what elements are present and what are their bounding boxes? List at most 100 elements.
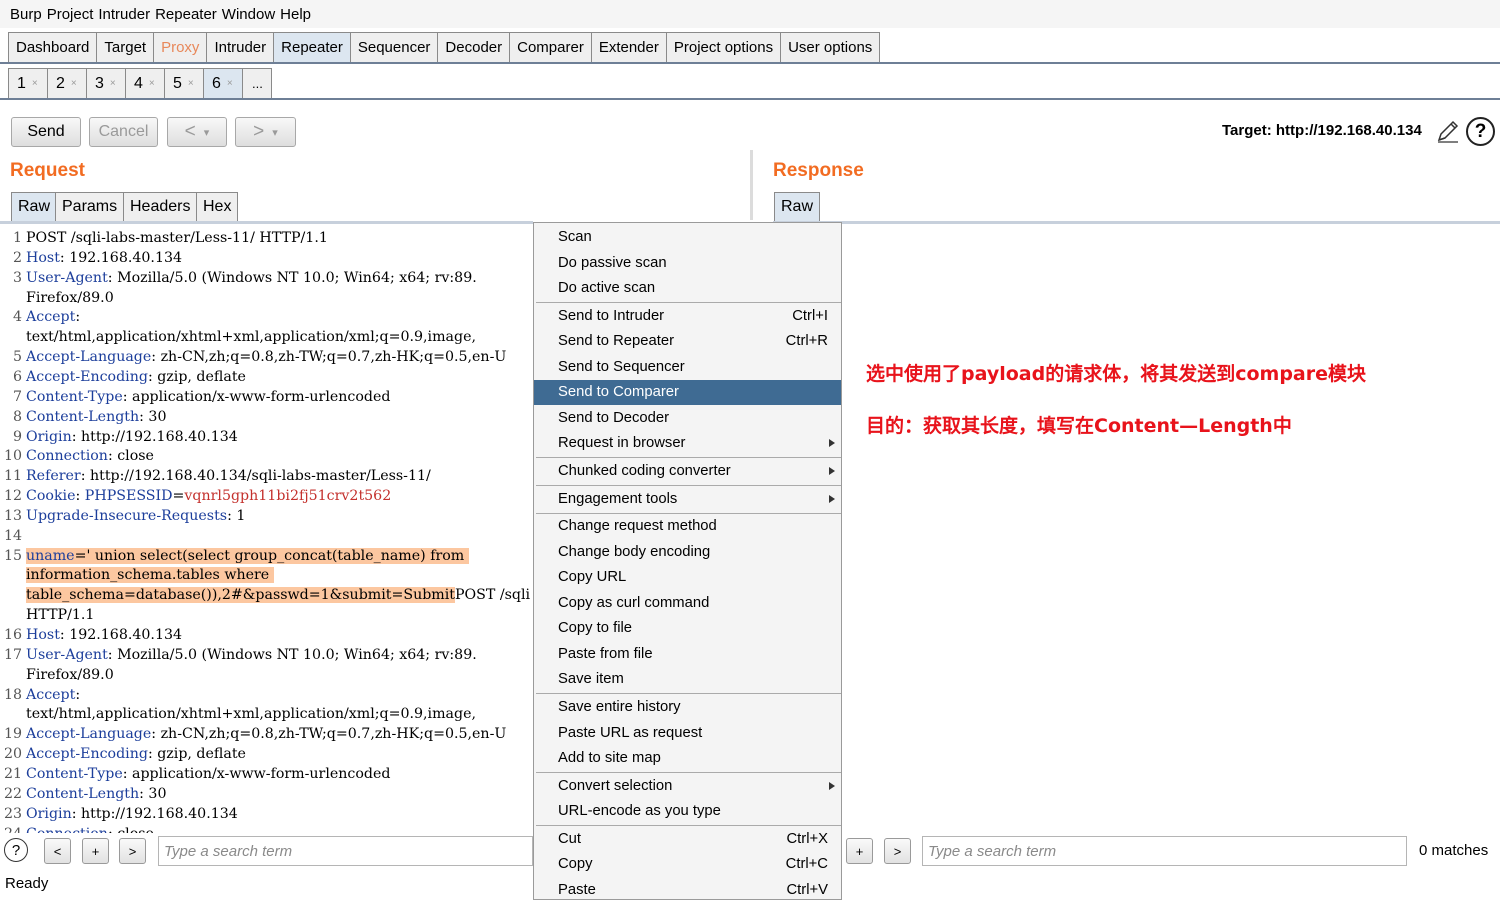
tab-extender[interactable]: Extender xyxy=(590,32,667,62)
editor-line: 7 Content-Type: application/x-www-form-ur… xyxy=(0,387,533,407)
history-back-button[interactable]: < ▾ xyxy=(167,117,227,147)
menu-item-save-item[interactable]: Save item xyxy=(534,667,841,692)
response-search-add-button[interactable]: + xyxy=(846,838,873,864)
menu-item-label: Paste xyxy=(558,881,596,898)
menu-item-do-active-scan[interactable]: Do active scan xyxy=(534,276,841,301)
edit-pencil-icon[interactable] xyxy=(1435,118,1461,144)
menu-item-send-to-comparer[interactable]: Send to Comparer xyxy=(534,380,841,406)
tab-decoder[interactable]: Decoder xyxy=(437,32,511,62)
search-add-button[interactable]: + xyxy=(82,838,109,864)
tab-repeater[interactable]: Repeater xyxy=(273,32,351,62)
match-count: 0 matches xyxy=(1419,842,1489,859)
request-tab-hex[interactable]: Hex xyxy=(196,192,239,221)
request-search-input[interactable]: Type a search term xyxy=(158,836,533,866)
menu-item-send-to-sequencer[interactable]: Send to Sequencer xyxy=(534,355,841,380)
close-icon[interactable]: × xyxy=(110,78,116,89)
menu-item-convert-selection[interactable]: Convert selection xyxy=(534,774,841,799)
text-segment: : 30 xyxy=(139,785,167,802)
text-segment: : xyxy=(75,488,85,505)
tab-proxy[interactable]: Proxy xyxy=(153,32,208,62)
editor-line: text/html,application/xhtml+xml,applicat… xyxy=(0,327,533,347)
repeater-tab-3[interactable]: 3 × xyxy=(86,68,126,98)
menu-item-send-to-decoder[interactable]: Send to Decoder xyxy=(534,406,841,431)
menu-item-save-entire-history[interactable]: Save entire history xyxy=(534,695,841,720)
menu-item-label: Change request method xyxy=(558,518,717,535)
line-text: Cookie: PHPSESSID=vqnrl5gph11bi2fj51crv2… xyxy=(26,486,391,506)
repeater-tab-5[interactable]: 5 × xyxy=(164,68,204,98)
menu-burp[interactable]: Burp xyxy=(10,6,42,23)
menu-item-paste[interactable]: Paste Ctrl+V xyxy=(534,878,841,900)
menu-item-send-to-intruder[interactable]: Send to Intruder Ctrl+I xyxy=(534,304,841,329)
repeater-tab-1[interactable]: 1 × xyxy=(8,68,48,98)
request-tab-headers[interactable]: Headers xyxy=(123,192,198,221)
cancel-button[interactable]: Cancel xyxy=(89,117,158,147)
search-prev-button[interactable]: < xyxy=(44,838,71,864)
response-search-input[interactable]: Type a search term xyxy=(922,836,1407,866)
history-forward-button[interactable]: > ▾ xyxy=(235,117,296,147)
menu-item-paste-url-as-request[interactable]: Paste URL as request xyxy=(534,721,841,746)
repeater-tab-2[interactable]: 2 × xyxy=(47,68,87,98)
menu-window[interactable]: Window xyxy=(222,6,275,23)
tab-project-options[interactable]: Project options xyxy=(665,32,782,62)
menu-item-do-passive-scan[interactable]: Do passive scan xyxy=(534,251,841,276)
menu-item-scan[interactable]: Scan xyxy=(534,225,841,250)
menu-project[interactable]: Project xyxy=(47,6,94,23)
line-number: 8 xyxy=(12,408,22,425)
pane-divider[interactable] xyxy=(750,150,753,220)
response-search-next-button[interactable]: > xyxy=(884,838,911,864)
menu-item-url-encode-as-you-type[interactable]: URL-encode as you type xyxy=(534,799,841,824)
repeater-tab-new[interactable]: ... xyxy=(242,68,272,98)
menu-item-copy-as-curl-command[interactable]: Copy as curl command xyxy=(534,591,841,616)
menu-repeater[interactable]: Repeater xyxy=(155,6,217,23)
request-editor[interactable]: 1 POST /sqli-labs-master/Less-11/ HTTP/1.… xyxy=(0,226,533,833)
menu-help[interactable]: Help xyxy=(280,6,311,23)
close-icon[interactable]: × xyxy=(188,78,194,89)
close-icon[interactable]: × xyxy=(227,78,233,89)
close-icon[interactable]: × xyxy=(71,78,77,89)
editor-line: 3 User-Agent: Mozilla/5.0 (Windows NT 10.… xyxy=(0,268,533,288)
menu-item-request-in-browser[interactable]: Request in browser xyxy=(534,431,841,456)
search-next-button[interactable]: > xyxy=(119,838,146,864)
menu-item-copy-url[interactable]: Copy URL xyxy=(534,565,841,590)
request-tab-raw[interactable]: Raw xyxy=(11,192,58,221)
menu-item-paste-from-file[interactable]: Paste from file xyxy=(534,642,841,667)
menu-intruder[interactable]: Intruder xyxy=(98,6,150,23)
tab-intruder[interactable]: Intruder xyxy=(206,32,275,62)
editor-line: 18 Accept: xyxy=(0,685,533,705)
repeater-tab-6[interactable]: 6 × xyxy=(203,68,243,98)
menu-item-engagement-tools[interactable]: Engagement tools xyxy=(534,487,841,512)
menu-item-label: Save item xyxy=(558,671,624,688)
target-label: Target: http://192.168.40.134 xyxy=(1222,122,1422,139)
help-icon[interactable]: ? xyxy=(1466,117,1495,146)
tab-sequencer[interactable]: Sequencer xyxy=(349,32,439,62)
line-number: 7 xyxy=(12,388,22,405)
response-tab-raw[interactable]: Raw xyxy=(774,192,821,221)
menu-item-cut[interactable]: Cut Ctrl+X xyxy=(534,827,841,852)
menu-item-label: Copy to file xyxy=(558,620,633,637)
send-button[interactable]: Send xyxy=(11,117,81,147)
menu-item-label: Engagement tools xyxy=(558,490,678,507)
text-segment: User-Agent xyxy=(26,646,108,663)
close-icon[interactable]: × xyxy=(32,78,38,89)
menu-item-send-to-repeater[interactable]: Send to Repeater Ctrl+R xyxy=(534,329,841,354)
tab-dashboard[interactable]: Dashboard xyxy=(8,32,98,62)
text-segment: : application/x-www-form-urlencoded xyxy=(122,765,391,782)
text-segment: Content-Type xyxy=(26,388,123,405)
text-segment: Referer xyxy=(26,468,81,485)
close-icon[interactable]: × xyxy=(149,78,155,89)
tab-target[interactable]: Target xyxy=(96,32,155,62)
menu-item-chunked-coding-converter[interactable]: Chunked coding converter xyxy=(534,459,841,484)
request-tab-params[interactable]: Params xyxy=(55,192,125,221)
menu-item-change-body-encoding[interactable]: Change body encoding xyxy=(534,540,841,565)
tab-user-options[interactable]: User options xyxy=(780,32,881,62)
menu-item-change-request-method[interactable]: Change request method xyxy=(534,514,841,539)
text-segment: Accept-Language xyxy=(26,349,152,366)
menu-item-label: Copy as curl command xyxy=(558,594,710,611)
menu-item-copy-to-file[interactable]: Copy to file xyxy=(534,616,841,641)
help-icon[interactable]: ? xyxy=(4,838,28,862)
menu-item-copy[interactable]: Copy Ctrl+C xyxy=(534,852,841,877)
tab-comparer[interactable]: Comparer xyxy=(509,32,592,62)
repeater-tab-4[interactable]: 4 × xyxy=(125,68,165,98)
editor-line: 9 Origin: http://192.168.40.134 xyxy=(0,427,533,447)
menu-item-add-to-site-map[interactable]: Add to site map xyxy=(534,746,841,771)
